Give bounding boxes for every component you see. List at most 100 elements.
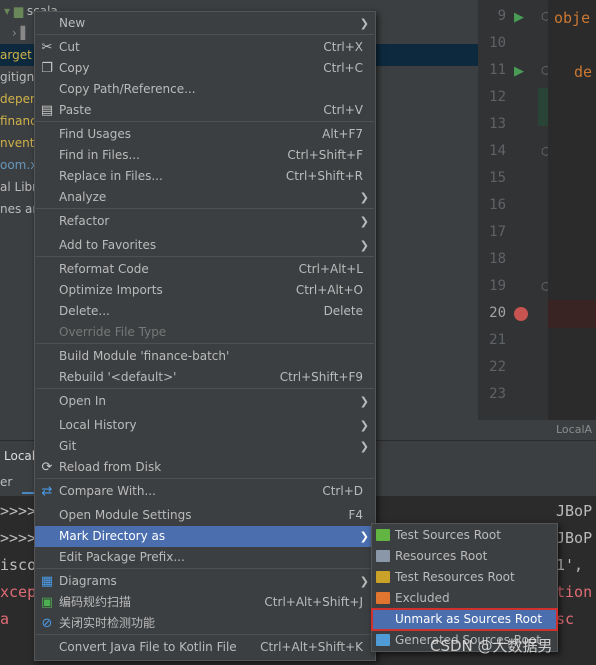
menu-item-label: Reformat Code bbox=[59, 262, 149, 276]
submenu-item-test-sources-root[interactable]: Test Sources Root bbox=[372, 525, 557, 546]
menu-item-label: Find Usages bbox=[59, 127, 132, 141]
menu-item-label: Open Module Settings bbox=[59, 508, 192, 522]
menu-item-shortcut: Ctrl+Alt+O bbox=[295, 283, 363, 297]
console-line: isco bbox=[0, 556, 37, 574]
menu-item-find-usages[interactable]: Find Usages Alt+F7 bbox=[35, 124, 375, 145]
diagram-icon: ▦ bbox=[40, 574, 54, 589]
menu-item-item-27[interactable]: ⊘ 关闭实时检测功能 bbox=[35, 613, 375, 634]
console-line-tail: JBoP bbox=[556, 502, 593, 520]
compare-icon: ⇄ bbox=[41, 484, 53, 499]
menu-item-label: Git bbox=[59, 439, 77, 453]
tree-expander[interactable]: › ▌ bbox=[12, 22, 30, 44]
change-marker bbox=[538, 88, 548, 126]
chevron-right-icon: ❯ bbox=[359, 395, 369, 408]
menu-item-shortcut: Ctrl+D bbox=[322, 484, 363, 498]
menu-item-label: Copy bbox=[59, 61, 90, 75]
line-number: 18 bbox=[489, 251, 506, 267]
menu-item-item-26[interactable]: ▣ 编码规约扫描 Ctrl+Alt+Shift+J bbox=[35, 592, 375, 613]
chevron-right-icon: ❯ bbox=[359, 239, 369, 252]
menu-item-shortcut: Ctrl+Shift+F9 bbox=[279, 370, 363, 384]
menu-item-local-history[interactable]: Local History ❯ bbox=[35, 415, 375, 436]
menu-item-copy[interactable]: ❐ Copy Ctrl+C bbox=[35, 58, 375, 79]
menu-item-label: Reload from Disk bbox=[59, 460, 162, 474]
menu-item-open-in[interactable]: Open In ❯ bbox=[35, 391, 375, 412]
menu-item-copy-path-reference[interactable]: Copy Path/Reference... bbox=[35, 79, 375, 100]
menu-separator bbox=[36, 568, 374, 569]
menu-item-replace-in-files[interactable]: Replace in Files... Ctrl+Shift+R bbox=[35, 166, 375, 187]
editor-status-strip: LocalA bbox=[478, 420, 596, 440]
menu-item-shortcut: Ctrl+Alt+Shift+K bbox=[260, 640, 363, 654]
menu-item-optimize-imports[interactable]: Optimize Imports Ctrl+Alt+O bbox=[35, 280, 375, 301]
paste-icon: ▤ bbox=[40, 103, 54, 118]
menu-item-open-module-settings[interactable]: Open Module Settings F4 bbox=[35, 505, 375, 526]
line-number: 22 bbox=[489, 359, 506, 375]
folder-icon bbox=[376, 529, 390, 541]
submenu-item-label: Unmark as Sources Root bbox=[395, 612, 543, 626]
code-editor[interactable]: obje de bbox=[548, 0, 596, 420]
menu-item-diagrams[interactable]: ▦ Diagrams ❯ bbox=[35, 571, 375, 592]
menu-item-git[interactable]: Git ❯ bbox=[35, 436, 375, 457]
menu-item-compare-with[interactable]: ⇄ Compare With... Ctrl+D bbox=[35, 481, 375, 502]
menu-item-label: Copy Path/Reference... bbox=[59, 82, 196, 96]
submenu-item-excluded[interactable]: Excluded bbox=[372, 588, 557, 609]
menu-item-shortcut: Ctrl+V bbox=[323, 103, 363, 117]
submenu-item-test-resources-root[interactable]: Test Resources Root bbox=[372, 567, 557, 588]
menu-item-shortcut: Ctrl+X bbox=[323, 40, 363, 54]
menu-separator bbox=[36, 343, 374, 344]
menu-item-label: Rebuild '<default>' bbox=[59, 370, 177, 384]
tab-runner[interactable]: er bbox=[0, 475, 12, 489]
submenu-item-unmark-as-sources-root[interactable]: Unmark as Sources Root bbox=[371, 608, 558, 631]
tab-local[interactable]: Local bbox=[4, 449, 35, 463]
folder-icon: ▾ ▆ bbox=[4, 4, 24, 18]
menu-item-label: Analyze bbox=[59, 190, 107, 204]
menu-item-reformat-code[interactable]: Reformat Code Ctrl+Alt+L bbox=[35, 259, 375, 280]
menu-item-edit-package-prefix[interactable]: Edit Package Prefix... bbox=[35, 547, 375, 568]
menu-item-label: Add to Favorites bbox=[59, 238, 157, 252]
console-line: >>>> bbox=[0, 529, 37, 547]
menu-item-label: 编码规约扫描 bbox=[59, 595, 132, 609]
line-number: 20 bbox=[489, 305, 506, 321]
menu-item-analyze[interactable]: Analyze ❯ bbox=[35, 187, 375, 208]
menu-item-override-file-type: Override File Type bbox=[35, 322, 375, 343]
run-icon[interactable]: ▶ bbox=[514, 64, 524, 79]
tree-row[interactable]: oom.x bbox=[0, 154, 37, 176]
code-keyword: obje bbox=[554, 9, 591, 27]
chevron-right-icon: ❯ bbox=[359, 419, 369, 432]
breakpoint-icon[interactable] bbox=[514, 307, 528, 321]
reload-icon: ⟳ bbox=[41, 460, 53, 475]
watermark-text: CSDN @大数据男 bbox=[430, 637, 553, 655]
menu-separator bbox=[36, 34, 374, 35]
menu-item-mark-directory-as[interactable]: Mark Directory as ❯ bbox=[35, 526, 375, 547]
menu-item-cut[interactable]: ✂ Cut Ctrl+X bbox=[35, 37, 375, 58]
menu-item-convert-java-file-to-kotlin-file[interactable]: Convert Java File to Kotlin File Ctrl+Alt… bbox=[35, 637, 375, 658]
menu-item-new[interactable]: New ❯ bbox=[35, 13, 375, 34]
menu-item-reload-from-disk[interactable]: ⟳ Reload from Disk bbox=[35, 457, 375, 478]
submenu-item-resources-root[interactable]: Resources Root bbox=[372, 546, 557, 567]
menu-separator bbox=[36, 478, 374, 479]
menu-item-rebuild-default[interactable]: Rebuild '<default>' Ctrl+Shift+F9 bbox=[35, 367, 375, 388]
line-number: 23 bbox=[489, 386, 506, 402]
line-number: 21 bbox=[489, 332, 506, 348]
menu-item-paste[interactable]: ▤ Paste Ctrl+V bbox=[35, 100, 375, 121]
menu-item-label: Find in Files... bbox=[59, 148, 140, 162]
chevron-right-icon: ❯ bbox=[359, 530, 369, 543]
mark-directory-submenu: Test Sources Root Resources Root Test Reso… bbox=[371, 523, 558, 652]
menu-item-build-module-finance-batch[interactable]: Build Module 'finance-batch' bbox=[35, 346, 375, 367]
menu-item-add-to-favorites[interactable]: Add to Favorites ❯ bbox=[35, 235, 375, 256]
menu-item-refactor[interactable]: Refactor ❯ bbox=[35, 211, 375, 232]
line-number: 15 bbox=[489, 170, 506, 186]
submenu-item-label: Excluded bbox=[395, 591, 450, 605]
context-menu: New ❯ ✂ Cut Ctrl+X ❐ Copy Ctrl+C Copy Path/Refer… bbox=[34, 11, 376, 661]
console-line: a bbox=[0, 610, 10, 628]
menu-item-label: Delete... bbox=[59, 304, 110, 318]
line-number: 9 bbox=[497, 8, 506, 24]
status-text: LocalA bbox=[556, 423, 593, 436]
run-icon[interactable]: ▶ bbox=[514, 10, 524, 25]
scissors-icon: ✂ bbox=[41, 40, 53, 55]
console-line: >>>> bbox=[0, 502, 37, 520]
menu-item-delete[interactable]: Delete... Delete bbox=[35, 301, 375, 322]
console-line-tail: 1', bbox=[556, 556, 584, 574]
menu-item-find-in-files[interactable]: Find in Files... Ctrl+Shift+F bbox=[35, 145, 375, 166]
console-line: xcep bbox=[0, 583, 37, 601]
menu-item-label: New bbox=[59, 16, 86, 30]
